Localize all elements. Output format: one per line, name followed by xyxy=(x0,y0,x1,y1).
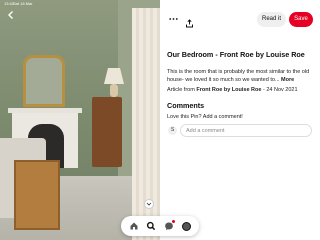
avatar xyxy=(181,221,191,231)
more-link[interactable]: More xyxy=(281,77,294,83)
article-prefix: Article from xyxy=(167,87,195,93)
pin-description: This is the room that is probably the mo… xyxy=(167,68,317,84)
article-source: Article from Front Roe by Louise Roe - 2… xyxy=(167,87,317,94)
comments-heading: Comments xyxy=(167,101,205,110)
search-icon[interactable] xyxy=(144,219,158,233)
comments-prompt: Love this Pin? Add a comment! xyxy=(167,114,243,120)
read-it-button[interactable]: Read it xyxy=(257,12,286,27)
pin-title: Our Bedroom - Front Roe by Louise Roe xyxy=(167,50,305,59)
profile-nav-item[interactable] xyxy=(179,219,193,233)
scroll-handle[interactable] xyxy=(144,199,154,209)
comment-input[interactable] xyxy=(180,124,312,137)
chat-icon[interactable] xyxy=(162,219,176,233)
avatar: S xyxy=(168,126,177,135)
notification-badge xyxy=(171,220,175,223)
pin-image[interactable] xyxy=(0,0,160,240)
more-horizontal-icon[interactable] xyxy=(169,15,178,23)
pin-details-panel: Read it Save Our Bedroom - Front Roe by … xyxy=(160,0,320,240)
chevron-left-icon[interactable] xyxy=(6,10,16,20)
status-date: Sat 18 Mar xyxy=(13,1,33,6)
bottom-nav xyxy=(121,216,199,236)
article-date: 24 Nov 2021 xyxy=(266,87,298,93)
pin-toolbar: Read it Save xyxy=(160,10,320,30)
article-source-link[interactable]: Front Roe by Louise Roe xyxy=(196,87,261,93)
home-icon[interactable] xyxy=(127,219,141,233)
share-icon[interactable] xyxy=(185,15,194,28)
save-button[interactable]: Save xyxy=(289,12,313,27)
